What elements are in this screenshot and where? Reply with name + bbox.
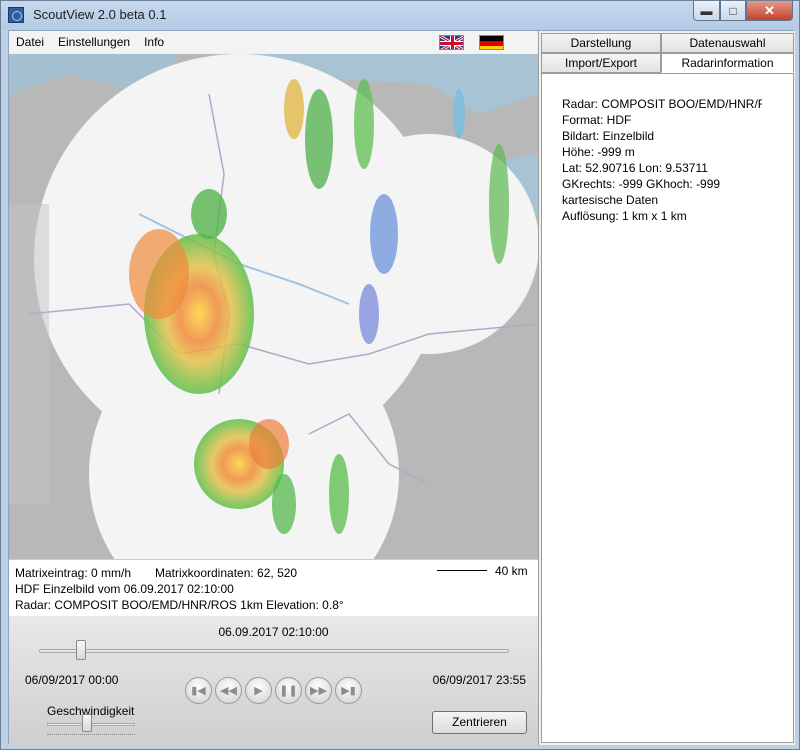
play-icon: ▶ [254, 685, 263, 697]
flag-uk-icon[interactable] [439, 35, 464, 50]
app-icon [8, 7, 24, 23]
radar-info-line: Lat: 52.90716 Lon: 9.53711 [562, 161, 708, 175]
time-slider-thumb[interactable] [76, 640, 87, 660]
client-area: Datei Einstellungen Info Matrixeintrag: … [8, 30, 795, 745]
radar-info-line: Auflösung: 1 km x 1 km [562, 209, 687, 223]
radar-info-line: Radar: COMPOSIT BOO/EMD/HNR/ROS 1km [562, 97, 762, 111]
speed-slider-thumb[interactable] [81, 714, 92, 732]
title-bar[interactable]: ScoutView 2.0 beta 0.1 ▬ □ ✕ [1, 1, 799, 30]
map-info-panel: Matrixeintrag: 0 mm/h Matrixkoordinaten:… [9, 559, 538, 616]
scale-label: 40 km [495, 564, 528, 578]
tab-darstellung[interactable]: Darstellung [541, 33, 661, 53]
maximize-icon: □ [729, 3, 737, 18]
radar-info-line: Höhe: -999 m [562, 145, 635, 159]
minimize-button[interactable]: ▬ [693, 1, 720, 21]
close-icon: ✕ [764, 2, 775, 18]
start-time: 06/09/2017 00:00 [25, 673, 119, 687]
close-button[interactable]: ✕ [746, 1, 793, 21]
radar-info-line: kartesische Daten [562, 193, 659, 207]
speed-slider-ticks [47, 734, 135, 737]
matrix-coordinates: Matrixkoordinaten: 62, 520 [155, 566, 298, 580]
fast-forward-button[interactable]: ▶▶ [305, 677, 332, 704]
menu-datei[interactable]: Datei [9, 31, 51, 53]
side-panel: Darstellung Datenauswahl Import/Export R… [538, 31, 795, 745]
maximize-button[interactable]: □ [720, 1, 746, 21]
fast-forward-icon: ▶▶ [310, 685, 327, 697]
radar-info-line: Radar: COMPOSIT BOO/EMD/HNR/ROS 1km Elev… [15, 598, 344, 612]
radar-info-panel: Radar: COMPOSIT BOO/EMD/HNR/ROS 1km Form… [541, 73, 794, 743]
tab-datenauswahl[interactable]: Datenauswahl [661, 33, 794, 53]
skip-forward-icon: ▶▮ [341, 685, 356, 697]
pause-icon: ❚❚ [279, 685, 298, 697]
center-button[interactable]: Zentrieren [432, 711, 527, 734]
hdf-info: HDF Einzelbild vom 06.09.2017 02:10:00 [15, 582, 234, 596]
pause-button[interactable]: ❚❚ [275, 677, 302, 704]
app-window: ScoutView 2.0 beta 0.1 ▬ □ ✕ Datei Einst… [0, 0, 800, 750]
skip-back-icon: ▮◀ [191, 685, 206, 697]
radar-info-line: GKrechts: -999 GKhoch: -999 [562, 177, 721, 191]
scale-bar [437, 570, 487, 571]
end-time: 06/09/2017 23:55 [432, 673, 526, 687]
skip-back-button[interactable]: ▮◀ [185, 677, 212, 704]
radar-info-line: Bildart: Einzelbild [562, 129, 655, 143]
menu-bar: Datei Einstellungen Info [9, 31, 537, 53]
tab-import-export[interactable]: Import/Export [541, 53, 661, 73]
menu-info[interactable]: Info [137, 31, 171, 53]
playback-controls: 06.09.2017 02:10:00 06/09/2017 00:00 06/… [9, 616, 538, 745]
current-time: 06.09.2017 02:10:00 [218, 625, 329, 639]
radar-info-line: Format: HDF [562, 113, 632, 127]
flag-de-icon[interactable] [479, 35, 504, 50]
matrix-entry: Matrixeintrag: 0 mm/h [15, 566, 132, 580]
time-slider-track[interactable] [39, 649, 509, 653]
window-title: ScoutView 2.0 beta 0.1 [33, 7, 167, 22]
minimize-icon: ▬ [700, 3, 713, 18]
skip-forward-button[interactable]: ▶▮ [335, 677, 362, 704]
play-button[interactable]: ▶ [245, 677, 272, 704]
tab-radarinformation[interactable]: Radarinformation [661, 53, 794, 73]
radar-info-list: Radar: COMPOSIT BOO/EMD/HNR/ROS 1km Form… [562, 96, 762, 224]
rewind-icon: ◀◀ [220, 685, 237, 697]
rewind-button[interactable]: ◀◀ [215, 677, 242, 704]
menu-einstellungen[interactable]: Einstellungen [51, 31, 137, 53]
radar-map[interactable] [9, 54, 538, 559]
